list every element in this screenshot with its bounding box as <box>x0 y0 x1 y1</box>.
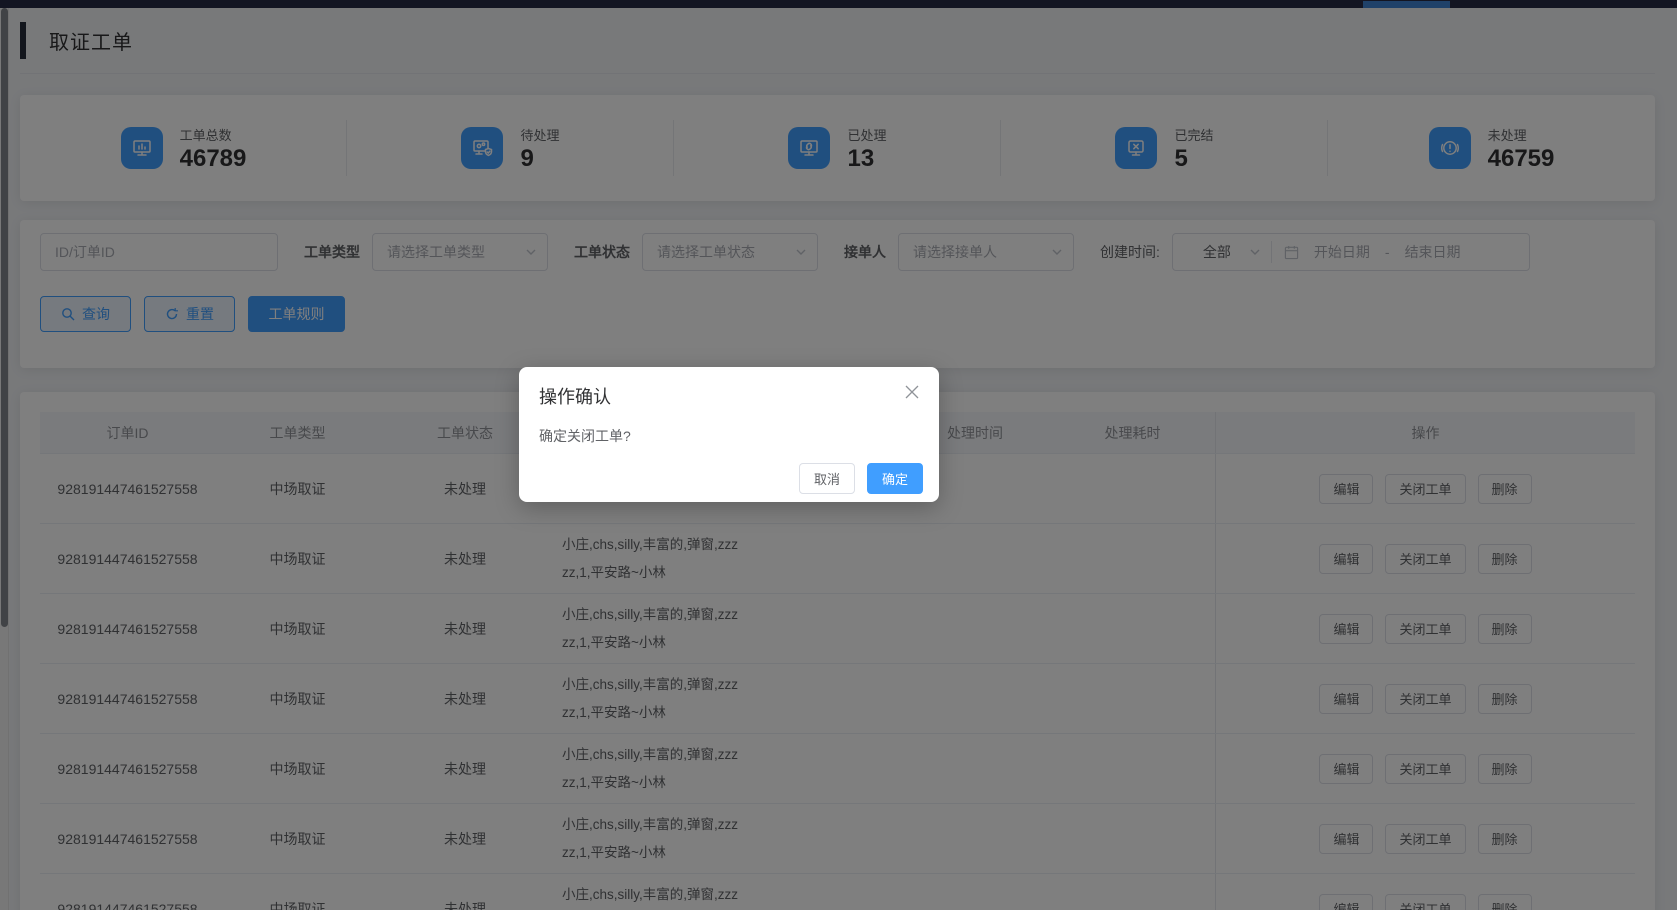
confirm-button[interactable]: 确定 <box>866 463 923 494</box>
dialog-message: 确定关闭工单? <box>539 428 631 444</box>
close-icon[interactable] <box>903 383 921 401</box>
confirm-dialog: 操作确认 确定关闭工单? 取消 确定 <box>519 367 939 502</box>
dialog-title: 操作确认 <box>539 387 611 407</box>
cancel-button[interactable]: 取消 <box>798 463 855 494</box>
dialog-footer: 取消 确定 <box>539 463 923 494</box>
